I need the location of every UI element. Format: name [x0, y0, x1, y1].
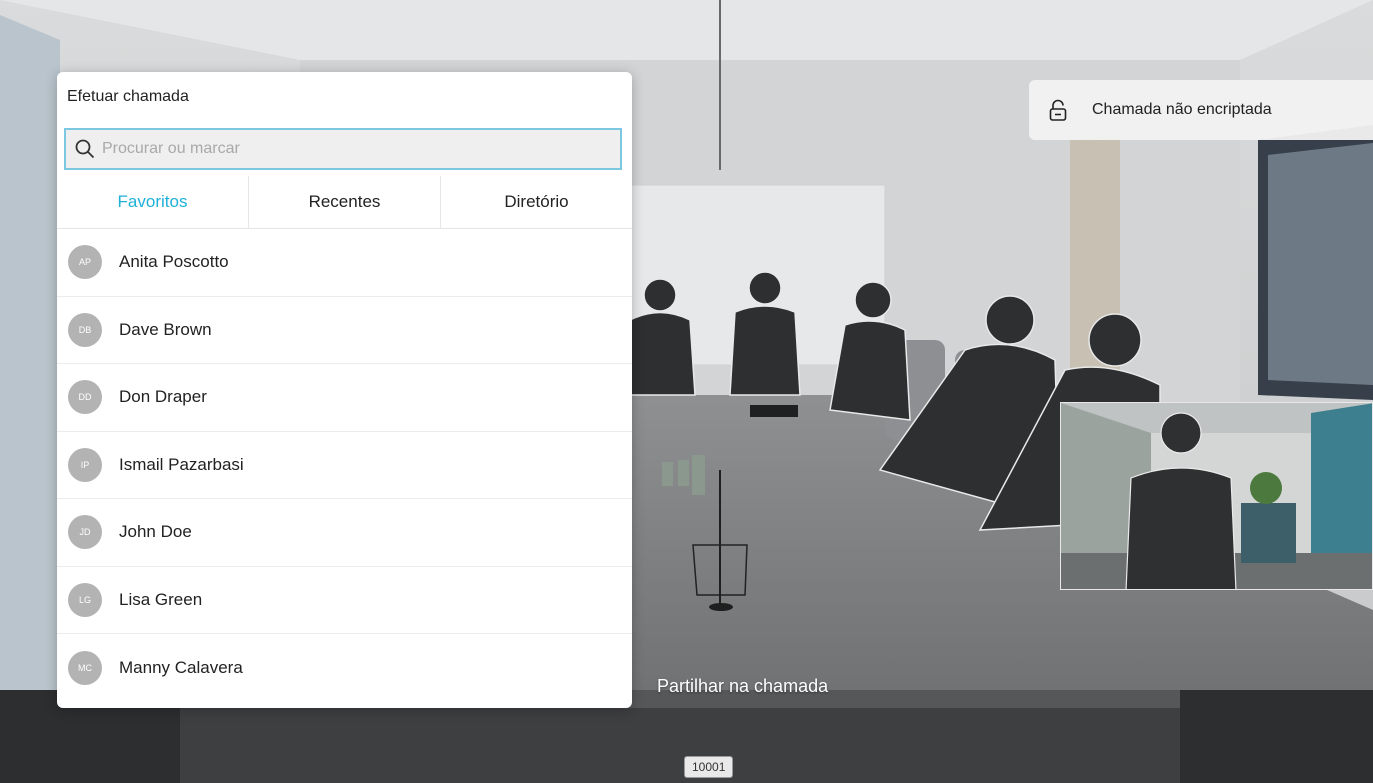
avatar: LG — [68, 582, 102, 617]
contact-item[interactable]: DB Dave Brown — [57, 297, 632, 364]
avatar: JD — [68, 515, 102, 550]
tab-recentes[interactable]: Recentes — [248, 176, 440, 228]
contact-name: Anita Poscotto — [119, 252, 229, 272]
avatar: DB — [68, 312, 102, 347]
tab-bar: Favoritos Recentes Diretório — [57, 176, 632, 229]
contact-name: John Doe — [119, 522, 192, 542]
contact-name: Lisa Green — [119, 589, 203, 609]
contact-item[interactable]: AP Anita Poscotto — [57, 229, 632, 297]
avatar: DD — [68, 380, 102, 415]
contact-item[interactable]: LG Lisa Green — [57, 567, 632, 634]
share-in-call-button[interactable]: Partilhar na chamada — [657, 676, 828, 697]
contact-name: Manny Calavera — [119, 657, 243, 677]
unlocked-icon — [1049, 99, 1067, 121]
contact-item[interactable]: MC Manny Calavera — [57, 634, 632, 702]
search-input[interactable] — [100, 139, 604, 159]
contact-list: AP Anita Poscotto DB Dave Brown DD Don D… — [57, 229, 632, 702]
call-screen: Chamada não encriptada Efetuar chamada F… — [0, 0, 1373, 783]
contact-item[interactable]: DD Don Draper — [57, 364, 632, 432]
encryption-status: Chamada não encriptada — [1029, 80, 1373, 140]
contact-name: Ismail Pazarbasi — [119, 454, 244, 474]
avatar: MC — [68, 650, 102, 685]
contact-name: Don Draper — [119, 387, 207, 407]
dialog-title: Efetuar chamada — [67, 88, 189, 105]
search-box[interactable] — [64, 128, 622, 170]
extension-badge: 10001 — [684, 756, 734, 778]
contact-item[interactable]: JD John Doe — [57, 499, 632, 567]
encryption-label: Chamada não encriptada — [1092, 101, 1272, 118]
contact-item[interactable]: IP Ismail Pazarbasi — [57, 432, 632, 499]
contact-name: Dave Brown — [119, 319, 212, 339]
search-icon — [75, 139, 95, 159]
avatar: AP — [68, 245, 102, 280]
tab-diretorio[interactable]: Diretório — [440, 176, 632, 228]
avatar: IP — [68, 447, 102, 482]
self-view[interactable] — [1060, 402, 1373, 590]
tab-favoritos[interactable]: Favoritos — [57, 176, 248, 228]
call-dialog: Efetuar chamada Favoritos Recentes Diret… — [57, 72, 632, 708]
